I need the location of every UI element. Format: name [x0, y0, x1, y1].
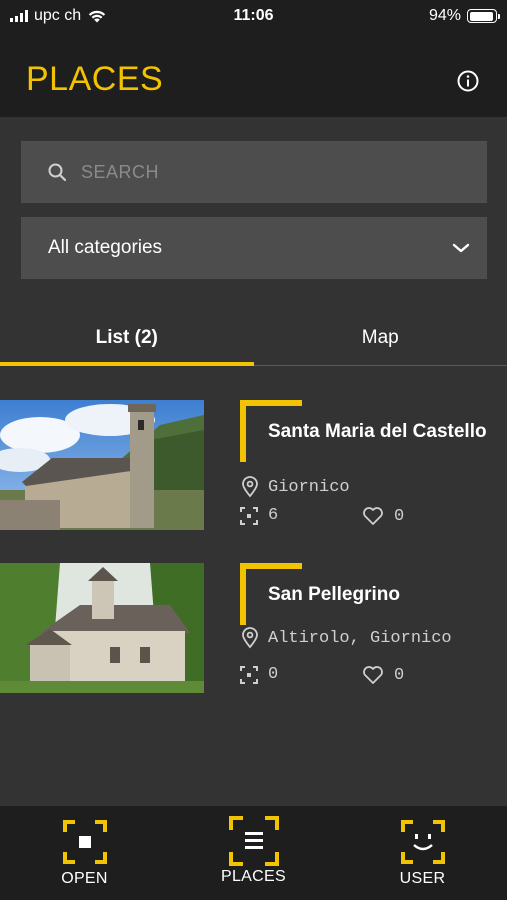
- battery-icon: [467, 9, 500, 23]
- scan-icon: [240, 665, 258, 684]
- nav-places[interactable]: PLACES: [169, 806, 338, 900]
- place-location-text: Giornico: [268, 477, 350, 497]
- scan-count: 6: [240, 506, 278, 525]
- nav-open-label: OPEN: [61, 870, 108, 887]
- search-icon: [48, 163, 67, 182]
- battery-level: [469, 11, 493, 21]
- like-count-value: 0: [394, 506, 405, 526]
- nav-user[interactable]: USER: [338, 806, 507, 900]
- scan-icon: [240, 506, 258, 525]
- location-pin-icon: [242, 627, 258, 649]
- search-input[interactable]: [81, 161, 461, 183]
- status-right: 94%: [428, 7, 500, 25]
- status-bar: upc ch 11:06 94%: [0, 0, 507, 32]
- view-tabs: List (2) Map: [0, 310, 507, 366]
- list-item[interactable]: Santa Maria del Castello Giornico 6 0: [0, 400, 507, 530]
- search-box[interactable]: [21, 141, 487, 203]
- scan-open-icon: [62, 820, 107, 864]
- place-name: Santa Maria del Castello: [268, 421, 487, 442]
- status-left: upc ch: [10, 7, 107, 25]
- nav-user-label: USER: [399, 870, 446, 887]
- place-name: San Pellegrino: [268, 584, 400, 605]
- nav-open[interactable]: OPEN: [0, 806, 169, 900]
- scan-face-icon: [400, 820, 445, 864]
- tab-map[interactable]: Map: [254, 310, 507, 365]
- scan-count: 0: [240, 665, 278, 684]
- place-location-text: Altirolo, Giornico: [268, 628, 452, 648]
- location-pin-icon: [242, 476, 258, 498]
- battery-percent: 94%: [428, 7, 461, 24]
- place-photo: [0, 563, 204, 693]
- like-count[interactable]: 0: [362, 506, 404, 526]
- scan-count-value: 6: [268, 506, 279, 525]
- bottom-nav: OPEN PLACES USER: [0, 806, 507, 900]
- chevron-down-icon: [452, 243, 470, 253]
- wifi-icon: [88, 10, 106, 23]
- scan-list-icon: [228, 816, 279, 866]
- carrier-label: upc ch: [34, 7, 82, 24]
- cell-signal-icon: [10, 10, 28, 22]
- info-circle-icon[interactable]: [457, 70, 479, 92]
- category-selected-value: All categories: [48, 237, 163, 258]
- page-title: PLACES: [26, 60, 164, 98]
- place-location: Altirolo, Giornico: [240, 627, 452, 649]
- nav-places-label: PLACES: [221, 868, 286, 885]
- category-select[interactable]: All categories: [21, 217, 487, 279]
- like-count[interactable]: 0: [362, 665, 404, 685]
- app-header: PLACES: [0, 32, 507, 117]
- place-photo: [0, 400, 204, 530]
- like-count-value: 0: [394, 665, 405, 685]
- scan-count-value: 0: [268, 665, 279, 684]
- place-location: Giornico: [240, 476, 350, 498]
- heart-icon[interactable]: [362, 506, 384, 526]
- list-item[interactable]: San Pellegrino Altirolo, Giornico 0 0: [0, 563, 507, 693]
- tab-list[interactable]: List (2): [0, 310, 254, 366]
- heart-icon[interactable]: [362, 665, 384, 685]
